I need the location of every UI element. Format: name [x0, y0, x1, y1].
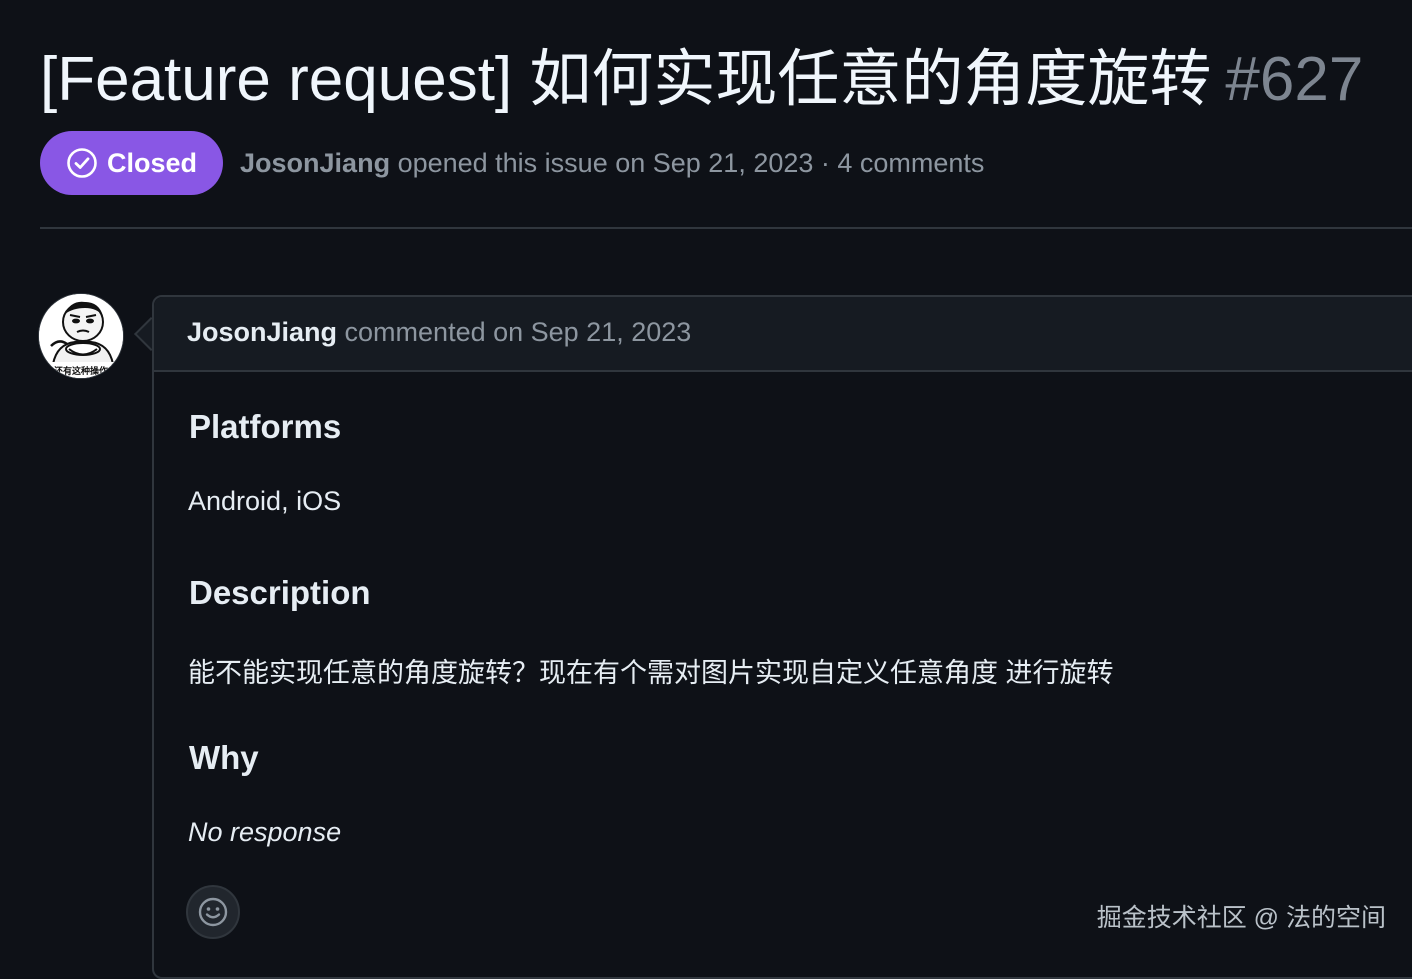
issue-meta-text: JosonJiang opened this issue on Sep 21, …: [240, 148, 984, 179]
avatar-caption: 还有这种操作: [53, 365, 108, 377]
comment-header-text: JosonJiang commented on Sep 21, 2023: [187, 317, 691, 348]
issue-state-badge: Closed: [40, 131, 224, 195]
issue-number: #627: [1225, 45, 1364, 114]
section-heading-platforms: Platforms: [189, 408, 342, 445]
issue-meta-suffix: opened this issue on Sep 21, 2023 · 4 co…: [390, 147, 985, 178]
avatar[interactable]: 还有这种操作: [38, 293, 124, 379]
issue-title-row: [Feature request] 如何实现任意的角度旋转 #627: [40, 38, 1363, 138]
issue-meta: Closed JosonJiang opened this issue on S…: [40, 131, 984, 195]
section-body-platforms: Android, iOS: [188, 486, 342, 516]
section-body-why: No response: [188, 817, 342, 847]
section-heading-why: Why: [189, 739, 259, 776]
issue-author-link[interactable]: JosonJiang: [240, 148, 390, 178]
comment-author-link[interactable]: JosonJiang: [187, 317, 337, 347]
comment-header: JosonJiang commented on Sep 21, 2023: [154, 297, 1412, 372]
section-heading-description: Description: [189, 574, 371, 611]
header-divider: [40, 227, 1412, 229]
watermark: 掘金技术社区 @ 法的空间: [1096, 904, 1386, 932]
smiley-icon: [198, 897, 228, 927]
comment-timestamp[interactable]: commented on Sep 21, 2023: [337, 317, 692, 347]
add-reaction-button[interactable]: [186, 885, 240, 939]
section-body-description: 能不能实现任意的角度旋转？现在有个需对图片实现自定义任意角度 进行旋转: [188, 658, 1114, 688]
avatar-meme-icon: 还有这种操作: [39, 294, 123, 378]
check-circle-icon: [67, 148, 97, 178]
issue-state-label: Closed: [107, 147, 198, 178]
comment-box: JosonJiang commented on Sep 21, 2023 Pla…: [152, 295, 1412, 979]
issue-title: [Feature request] 如何实现任意的角度旋转: [40, 45, 1212, 114]
